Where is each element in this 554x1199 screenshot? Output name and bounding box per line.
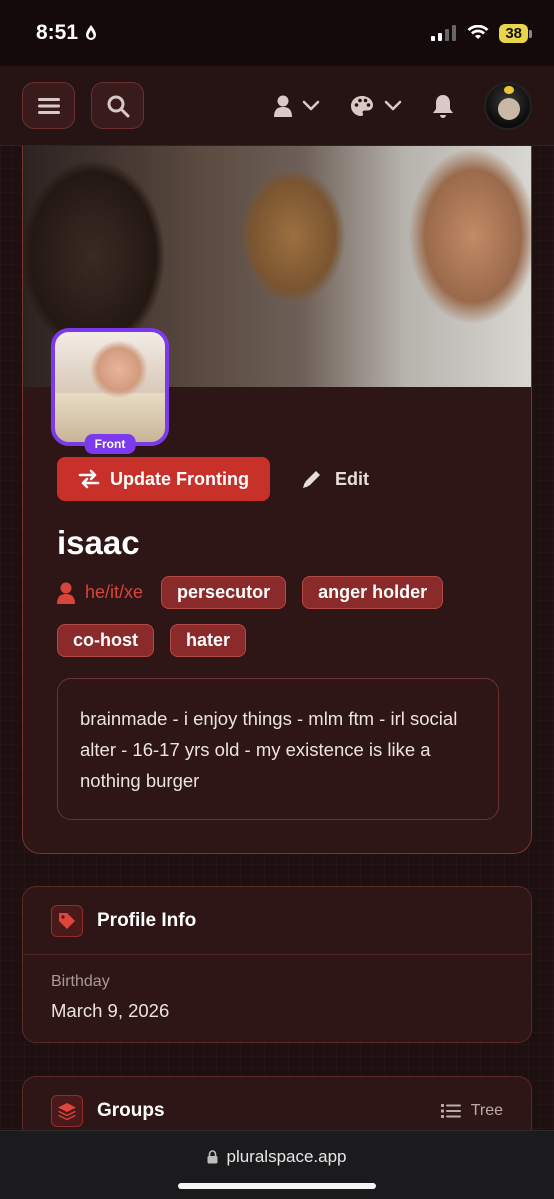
member-bio: brainmade - i enjoy things - mlm ftm - i… — [57, 678, 499, 820]
tags-row: co-host hater — [57, 624, 247, 657]
layers-icon — [51, 1095, 83, 1127]
birthday-label: Birthday — [51, 973, 110, 990]
clock: 8:51 — [36, 21, 79, 44]
list-icon — [440, 1104, 461, 1118]
front-badge: Front — [84, 434, 136, 454]
chevron-down-icon — [302, 100, 320, 110]
browser-address-bar[interactable]: pluralspace.app — [0, 1130, 554, 1199]
battery-indicator: 38 — [499, 23, 532, 43]
edit-label: Edit — [335, 468, 369, 489]
signal-icon — [431, 25, 457, 41]
url-text: pluralspace.app — [226, 1147, 347, 1166]
bell-icon[interactable] — [432, 93, 454, 119]
tag-icon — [51, 904, 83, 937]
menu-button[interactable] — [22, 82, 75, 129]
search-button[interactable] — [91, 82, 144, 129]
app-header — [0, 66, 554, 146]
user-icon — [57, 582, 75, 604]
member-avatar: Front — [51, 328, 169, 454]
user-icon — [274, 95, 292, 117]
wifi-icon — [467, 25, 489, 39]
pronouns: he/it/xe — [57, 582, 143, 604]
pronouns-text: he/it/xe — [85, 582, 144, 602]
header-actions — [274, 81, 532, 130]
status-time: 8:51 — [36, 21, 98, 45]
profile-info-card: Profile Info Birthday March 9, 2026 — [22, 886, 532, 1043]
avatar-face — [498, 97, 520, 120]
tag: hater — [170, 624, 247, 657]
palette-icon — [351, 95, 373, 116]
tags-row: he/it/xe persecutor anger holder — [57, 576, 444, 609]
tag: anger holder — [302, 576, 444, 609]
hamburger-icon — [37, 97, 60, 114]
member-name: isaac — [57, 524, 140, 561]
search-icon — [107, 95, 129, 117]
tag: co-host — [57, 624, 154, 657]
lock-icon — [207, 1150, 218, 1164]
tree-view-label: Tree — [470, 1102, 503, 1119]
theme-dropdown[interactable] — [350, 95, 402, 117]
status-bar: 8:51 38 — [0, 0, 554, 66]
update-fronting-button[interactable]: Update Fronting — [57, 457, 270, 501]
pencil-icon — [303, 471, 320, 488]
edit-button[interactable]: Edit — [301, 457, 369, 501]
status-indicators: 38 — [431, 23, 532, 43]
swap-icon — [78, 469, 100, 489]
user-avatar[interactable] — [484, 81, 532, 130]
url-display[interactable]: pluralspace.app — [0, 1147, 554, 1167]
groups-title: Groups — [97, 1100, 165, 1121]
tree-view-toggle[interactable]: Tree — [440, 1102, 503, 1120]
chevron-down-icon — [384, 100, 402, 110]
crown-decoration — [504, 85, 514, 94]
profile-info-header: Profile Info — [23, 887, 531, 955]
tag: persecutor — [161, 576, 287, 609]
focus-icon — [86, 25, 97, 40]
birthday-value: March 9, 2026 — [51, 1000, 170, 1021]
account-dropdown[interactable] — [274, 95, 320, 117]
member-card: Front Update Fronting Edit isaac he/it/x… — [22, 146, 532, 854]
profile-info-title: Profile Info — [97, 909, 197, 931]
update-fronting-label: Update Fronting — [110, 468, 249, 489]
home-indicator[interactable] — [178, 1183, 376, 1189]
